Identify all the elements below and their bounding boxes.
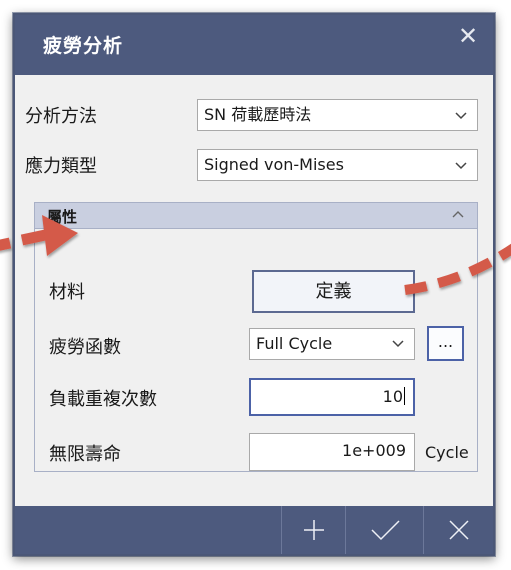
fatigue-function-browse-button[interactable]: ... bbox=[427, 326, 464, 361]
dialog-title: 疲勞分析 bbox=[43, 35, 124, 57]
close-icon bbox=[449, 520, 469, 540]
text-cursor bbox=[404, 387, 405, 405]
screen: 疲勞分析 ✕ 分析方法 SN 荷載歷時法 應力類型 Signed von-Mis… bbox=[0, 0, 511, 570]
load-repeats-value: 10 bbox=[382, 387, 403, 406]
dialog-titlebar[interactable]: 疲勞分析 ✕ bbox=[15, 15, 493, 75]
fatigue-function-dropdown[interactable]: Full Cycle bbox=[249, 328, 415, 360]
material-label: 材料 bbox=[49, 282, 85, 303]
check-icon bbox=[371, 520, 400, 541]
stress-type-dropdown[interactable]: Signed von-Mises bbox=[197, 149, 478, 181]
load-repeats-label: 負載重複次數 bbox=[49, 389, 157, 410]
chevron-up-icon[interactable] bbox=[449, 205, 467, 225]
infinite-life-input[interactable]: 1e+009 bbox=[249, 433, 415, 471]
analysis-method-value: SN 荷載歷時法 bbox=[204, 105, 312, 124]
chevron-down-icon bbox=[455, 162, 467, 170]
stress-type-value: Signed von-Mises bbox=[204, 155, 344, 174]
close-icon[interactable]: ✕ bbox=[455, 23, 481, 49]
cancel-button[interactable] bbox=[423, 506, 493, 554]
load-repeats-input[interactable]: 10 bbox=[249, 378, 415, 416]
fatigue-analysis-dialog: 疲勞分析 ✕ 分析方法 SN 荷載歷時法 應力類型 Signed von-Mis… bbox=[13, 13, 495, 556]
properties-header-label: 屬性 bbox=[47, 208, 78, 226]
confirm-button[interactable] bbox=[345, 506, 423, 554]
add-button[interactable] bbox=[281, 506, 345, 554]
dialog-footer bbox=[15, 506, 493, 554]
analysis-method-label: 分析方法 bbox=[25, 106, 97, 127]
infinite-life-value: 1e+009 bbox=[342, 441, 406, 460]
define-material-button[interactable]: 定義 bbox=[252, 270, 415, 313]
analysis-method-dropdown[interactable]: SN 荷載歷時法 bbox=[197, 99, 478, 131]
chevron-down-icon bbox=[392, 340, 404, 348]
fatigue-function-value: Full Cycle bbox=[256, 334, 333, 353]
chevron-down-icon bbox=[455, 112, 467, 120]
infinite-life-label: 無限壽命 bbox=[49, 444, 121, 465]
properties-group-header[interactable]: 屬性 bbox=[35, 203, 477, 229]
stress-type-label: 應力類型 bbox=[25, 156, 97, 177]
plus-icon bbox=[304, 520, 324, 540]
infinite-life-unit: Cycle bbox=[425, 443, 469, 462]
fatigue-function-label: 疲勞函數 bbox=[49, 337, 121, 358]
